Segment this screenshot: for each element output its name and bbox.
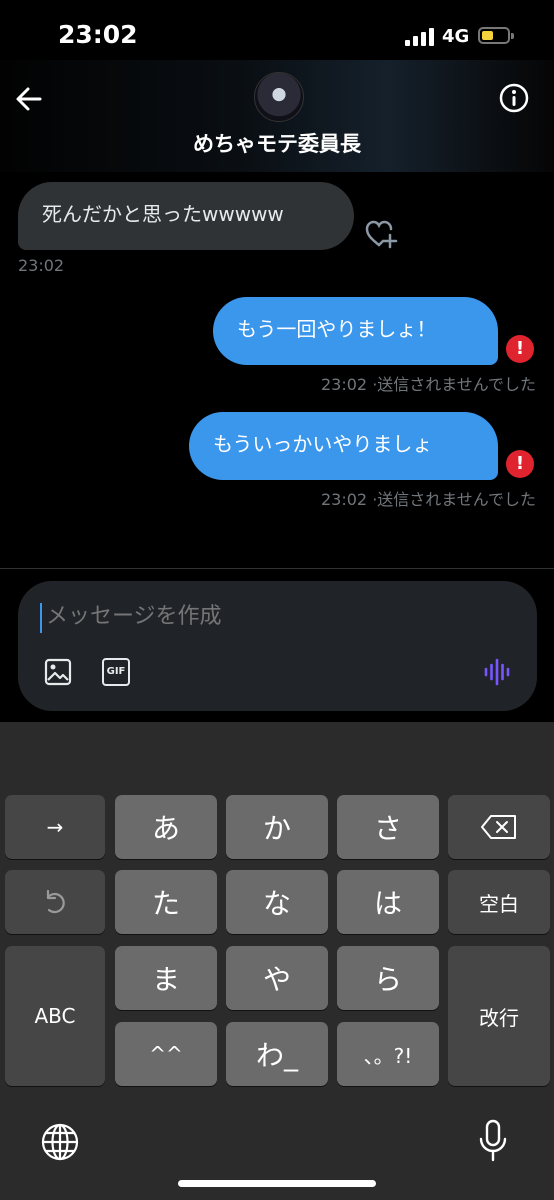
send-failed-status: ·送信されませんでした [372,375,536,394]
key-ya[interactable]: や [226,946,328,1010]
key-ha[interactable]: は [337,870,439,934]
microphone-icon[interactable] [478,1118,508,1164]
key-space[interactable]: 空白 [448,870,550,934]
key-punctuation[interactable]: 、。?! [337,1022,439,1086]
contact-name[interactable]: めちゃモテ委員長 [0,128,554,158]
key-arrow-right[interactable]: → [5,795,105,859]
key-return[interactable]: 改行 [448,946,550,1086]
message-time: 23:02 [320,375,368,394]
battery-icon [478,27,514,44]
backspace-icon [481,815,516,839]
globe-icon[interactable] [40,1122,80,1162]
key-a[interactable]: あ [115,795,217,859]
key-ta[interactable]: た [115,870,217,934]
message-time: 23:02 [18,256,65,275]
incoming-message-bubble[interactable]: 死んだかと思ったwwwww [18,182,354,250]
heart-plus-icon[interactable] [364,218,398,250]
error-icon[interactable]: ! [506,450,534,478]
message-meta: 23:02 ·送信されませんでした [321,486,536,510]
avatar[interactable] [254,72,304,122]
key-undo[interactable] [5,870,105,934]
key-sa[interactable]: さ [337,795,439,859]
image-icon[interactable] [44,658,72,686]
error-icon[interactable]: ! [506,335,534,363]
gif-icon[interactable]: GIF [102,658,130,686]
divider [0,568,554,569]
key-na[interactable]: な [226,870,328,934]
status-time: 23:02 [58,20,138,49]
message-time: 23:02 [320,490,368,509]
network-type: 4G [442,26,470,47]
send-failed-status: ·送信されませんでした [372,490,536,509]
key-ra[interactable]: ら [337,946,439,1010]
key-backspace[interactable] [448,795,550,859]
message-meta: 23:02 ·送信されませんでした [321,371,536,395]
key-kaomoji[interactable]: ^^ [115,1022,217,1086]
key-ka[interactable]: か [226,795,328,859]
outgoing-message-bubble[interactable]: もう一回やりましょ！ [213,297,498,365]
message-composer [18,581,537,711]
key-abc[interactable]: ABC [5,946,105,1086]
outgoing-message-bubble[interactable]: もういっかいやりましょ [189,412,498,480]
info-icon[interactable] [498,82,530,114]
voice-message-icon[interactable] [483,656,513,688]
undo-icon [46,889,65,914]
key-ma[interactable]: ま [115,946,217,1010]
back-arrow-icon[interactable] [12,82,46,116]
key-wa[interactable]: わ_ [226,1022,328,1086]
message-input[interactable] [46,604,446,629]
home-indicator [178,1180,376,1187]
signal-icon [405,28,435,46]
text-cursor [40,603,42,633]
